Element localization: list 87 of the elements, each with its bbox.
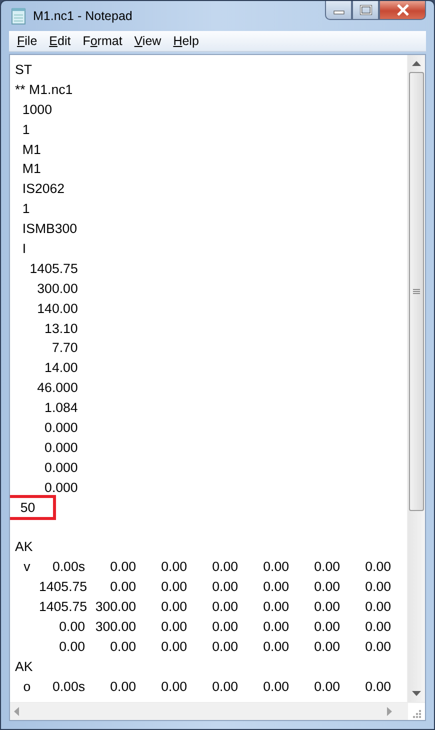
text-value: 0.00 — [263, 579, 289, 594]
text-line: M1 — [21, 140, 41, 159]
text-value: 0.00 — [263, 678, 289, 694]
text-line: 300.00 — [36, 280, 78, 298]
text-value: 0.00 — [314, 618, 340, 634]
text-value: 0.00 — [365, 618, 391, 634]
text-line: 0.000 — [44, 478, 78, 497]
text-value: 1405.75 — [39, 579, 88, 594]
text-value: 0.00 — [161, 638, 187, 654]
text-value: 0.00 — [314, 599, 340, 614]
text-value: 0.00 — [314, 638, 340, 654]
window-title: M1.nc1 - Notepad — [33, 9, 134, 23]
text-line: 50 — [10, 498, 53, 517]
text-value: 0.00s — [52, 678, 85, 694]
text-line: 46.000 — [36, 379, 78, 398]
text-value: 0.00 — [212, 618, 238, 634]
text-value: o — [23, 678, 31, 694]
text-line: 0.000 — [44, 458, 78, 477]
text-value: 0.00 — [161, 579, 187, 594]
menu-item[interactable]: Help — [167, 34, 205, 48]
text-value: 1405.75 — [39, 599, 88, 614]
text-line: 1 — [21, 120, 30, 139]
text-line: AK — [15, 538, 33, 556]
text-value: 0.00 — [314, 678, 340, 694]
text-value: 0.00 — [212, 559, 238, 574]
text-value: 0.00 — [263, 559, 289, 574]
text-value: 0.00 — [59, 618, 85, 634]
text-value: 0.00 — [365, 599, 391, 614]
text-value: 0.00 — [110, 678, 136, 694]
text-value: 300.00 — [95, 618, 136, 634]
text-value: 0.00 — [161, 599, 187, 614]
menu-item[interactable]: View — [128, 34, 168, 48]
text-line: 7.70 — [50, 339, 78, 358]
text-line: ** M1.nc1 — [15, 80, 73, 99]
text-line: ST — [15, 61, 32, 79]
text-line: 1 — [21, 200, 30, 218]
text-value: 0.00 — [110, 579, 136, 594]
notepad-icon — [11, 7, 27, 25]
text-value: 0.00 — [365, 559, 391, 574]
minimize-button[interactable] — [325, 1, 352, 20]
text-line: 1.084 — [44, 399, 78, 418]
text-value: 0.00 — [263, 618, 289, 634]
text-line: I — [21, 240, 26, 258]
text-value: 0.00 — [212, 579, 238, 594]
text-line: 0.000 — [44, 438, 78, 457]
text-line: ISMB300 — [21, 220, 78, 238]
text-line: 1405.75 — [28, 260, 78, 278]
close-icon — [396, 4, 410, 16]
text-line: 140.00 — [36, 300, 78, 318]
text-line: AK — [15, 658, 33, 676]
resize-grip-icon[interactable] — [411, 708, 421, 718]
menu-item[interactable]: File — [11, 34, 44, 48]
text-value: 0.00 — [212, 599, 238, 614]
menu-item[interactable]: Edit — [43, 34, 77, 48]
text-value: 300.00 — [95, 599, 136, 614]
text-value: 0.00 — [161, 678, 187, 694]
text-line: 14.00 — [44, 359, 78, 378]
text-line: M1 — [21, 160, 41, 178]
text-value: 0.00 — [263, 638, 289, 654]
text-line: 13.10 — [44, 320, 78, 338]
text-value: 0.00s — [52, 559, 85, 574]
text-line: IS2062 — [21, 180, 65, 198]
menu-item[interactable]: Format — [76, 34, 128, 48]
maximize-icon — [360, 5, 372, 15]
scroll-thumb[interactable] — [409, 72, 424, 511]
text-value: 0.00 — [263, 599, 289, 614]
text-value: 0.00 — [161, 559, 187, 574]
text-value: 0.00 — [314, 559, 340, 574]
vertical-scrollbar[interactable] — [407, 55, 425, 702]
text-value: 0.00 — [365, 579, 391, 594]
close-button[interactable] — [379, 1, 426, 20]
up-arrow-icon[interactable] — [412, 61, 421, 66]
text-value: 0.00 — [365, 638, 391, 654]
text-area[interactable] — [10, 55, 425, 702]
text-value: 0.00 — [161, 618, 187, 634]
text-value: 0.00 — [110, 638, 136, 654]
text-value: 0.00 — [110, 559, 136, 574]
text-value: 0.00 — [59, 638, 85, 654]
text-line: 1000 — [21, 100, 52, 119]
text-value: 0.00 — [212, 638, 238, 654]
text-value: 0.00 — [212, 678, 238, 694]
text-value: 0.00 — [314, 579, 340, 594]
maximize-button[interactable] — [352, 1, 379, 20]
down-arrow-icon[interactable] — [412, 691, 421, 696]
text-value: 0.00 — [365, 678, 391, 694]
text-line: 0.000 — [44, 419, 78, 438]
text-value: v — [24, 559, 30, 574]
